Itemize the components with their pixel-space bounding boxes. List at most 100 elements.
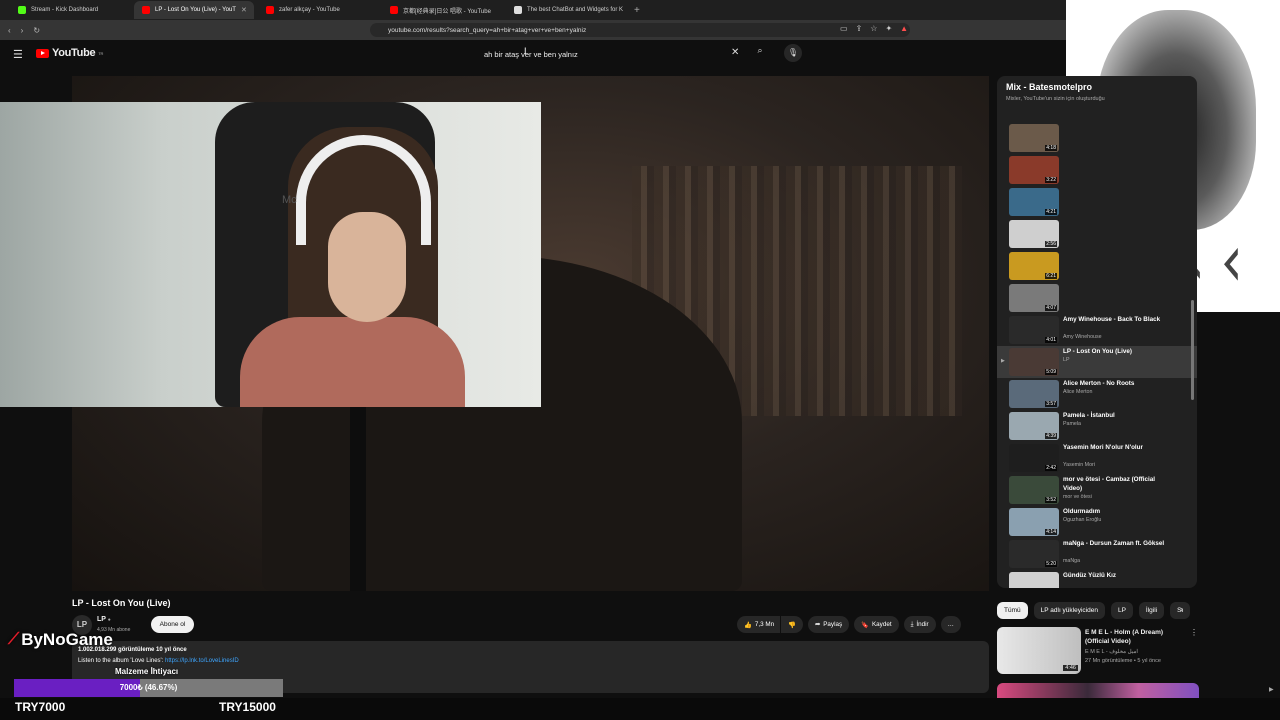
playlist-item[interactable]: 6:21 — [997, 250, 1197, 282]
mouse-cursor-icon: I — [524, 46, 527, 56]
browser-tab[interactable]: LP - Lost On You (Live) - YouT ✕ — [134, 1, 254, 19]
playlist-thumbnail[interactable]: 4:18 — [1009, 124, 1059, 152]
playlist-thumbnail[interactable]: 4:07 — [1009, 284, 1059, 312]
playlist-thumbnail[interactable]: 2:56 — [1009, 220, 1059, 248]
playlist-item-channel: Amy Winehouse — [1063, 334, 1102, 340]
playlist-item[interactable]: 2:56 — [997, 218, 1197, 250]
share-icon[interactable]: ⇪ — [856, 24, 863, 33]
tab-favicon-icon — [390, 6, 398, 14]
playlist-item[interactable]: 3:22 — [997, 154, 1197, 186]
tab-favicon-icon — [18, 6, 26, 14]
recommended-thumbnail[interactable]: 4:46 — [997, 627, 1081, 674]
playlist-item-title: LP - Lost On You (Live) — [1063, 348, 1132, 355]
description-text: Listen to the album 'Love Lines': https:… — [78, 658, 239, 664]
playlist-thumbnail[interactable]: 3:57 — [1009, 380, 1059, 408]
share-button[interactable]: ➦ Paylaş — [807, 616, 850, 633]
playlist-thumbnail[interactable]: 5:20 — [1009, 540, 1059, 568]
youtube-logo[interactable]: YouTube TR — [36, 47, 103, 59]
thumbs-up-icon: 👍 — [744, 621, 752, 629]
playlist-scrollbar[interactable] — [1191, 300, 1194, 400]
playlist-thumbnail[interactable]: 4:01 — [1009, 316, 1059, 344]
playlist-item-channel: mor ve ötesi — [1063, 494, 1092, 500]
playlist-item[interactable]: 4:39 Pamela - İstanbul Pamela — [997, 410, 1197, 442]
tab-title: The best ChatBot and Widgets for K — [527, 7, 624, 13]
playlist-thumbnail[interactable] — [1009, 572, 1059, 588]
recommended-title[interactable]: E M E L - Holm (A Dream) (Official Video… — [1085, 628, 1185, 646]
channel-name[interactable]: LP ● — [97, 616, 111, 623]
browser-tab[interactable]: Stream - Kick Dashboard — [10, 1, 130, 19]
playlist-item[interactable]: 4:18 — [997, 122, 1197, 154]
tab-title: LP - Lost On You (Live) - YouT — [155, 7, 236, 13]
subscribe-button[interactable]: Abone ol — [151, 616, 194, 633]
recommended-meta: 27 Mn görüntüleme • 5 yıl önce — [1085, 658, 1161, 664]
filter-chip[interactable]: LP — [1110, 601, 1133, 619]
install-icon[interactable]: ▭ — [840, 24, 848, 33]
playlist-thumbnail[interactable]: 4:21 — [1009, 188, 1059, 216]
alert-icon[interactable]: ▲ — [900, 24, 908, 33]
playlist-thumbnail[interactable]: 4:39 — [1009, 412, 1059, 440]
new-tab-button[interactable]: + — [634, 5, 640, 16]
like-count: 7,3 Mn — [754, 621, 775, 628]
playlist-item-channel: Yasemin Mori — [1063, 462, 1095, 468]
playlist-thumbnail[interactable]: 6:21 — [1009, 252, 1059, 280]
playlist-item[interactable]: 4:14 Oldurmadım Oguzhan Eroğlu — [997, 506, 1197, 538]
playlist-item-channel: Pamela — [1063, 421, 1081, 427]
playlist-item[interactable]: ▶ 5:09 LP - Lost On You (Live) LP — [997, 346, 1197, 378]
playlist-title[interactable]: Mix - Batesmotelpro — [1006, 82, 1092, 92]
clear-search-icon[interactable]: ✕ — [731, 47, 739, 58]
recommended-video[interactable]: 4:46 E M E L - Holm (A Dream) (Official … — [997, 627, 1202, 677]
like-button[interactable]: 👍 7,3 Mn — [737, 616, 781, 633]
chevron-right-icon[interactable]: › — [1180, 604, 1183, 614]
playlist-duration: 3:52 — [1045, 497, 1057, 503]
bookmark-add-icon: 🔖 — [861, 621, 869, 629]
filter-chip[interactable]: LP adlı yükleyiciden — [1033, 601, 1105, 619]
filter-chip[interactable]: Tümü — [997, 601, 1028, 619]
forward-icon[interactable]: › — [21, 26, 24, 35]
reload-icon[interactable]: ↻ — [33, 26, 40, 35]
recommended-duration: 4:46 — [1063, 665, 1078, 671]
download-button[interactable]: ⤓ İndir — [903, 616, 936, 633]
donation-goal-current: TRY7000 — [15, 700, 66, 714]
save-button[interactable]: 🔖 Kaydet — [854, 616, 899, 633]
recommended-channel[interactable]: E M E L - اميل مخلوف — [1085, 649, 1138, 655]
playlist-item[interactable]: 2:42 Yasemin Mori N'olur N'olur Yasemin Mo… — [997, 442, 1197, 474]
microphone-icon[interactable]: 🎙 — [784, 44, 802, 62]
extension-icon[interactable]: ✦ — [885, 24, 892, 33]
playlist-item-channel: LP — [1063, 357, 1070, 363]
browser-tab[interactable]: zafer alkçay - YouTube — [258, 1, 378, 19]
chair-logo: Mc — [282, 194, 297, 206]
search-input[interactable]: ah bir ataş ver ve ben yalnız — [480, 45, 748, 63]
hamburger-menu-icon[interactable]: ☰ — [13, 48, 23, 61]
browser-tab-bar: Stream - Kick Dashboard LP - Lost On You … — [0, 0, 1066, 20]
more-actions-button[interactable]: … — [940, 616, 961, 633]
browser-tab[interactable]: The best ChatBot and Widgets for K — [506, 1, 626, 19]
tab-close-icon[interactable]: ✕ — [241, 6, 247, 14]
browser-tab[interactable]: 京都[经典录]日公 唱歌 - YouTube — [382, 1, 502, 19]
address-bar[interactable]: youtube.com/results?search_query=ah+bir+… — [370, 23, 910, 37]
playlist-item[interactable]: Gündüz Yüzlü Kız — [997, 570, 1197, 588]
playlist-item[interactable]: 5:20 maNga - Dursun Zaman ft. Göksel maNga — [997, 538, 1197, 570]
filter-chip[interactable]: İlgili — [1138, 601, 1165, 619]
verified-icon: ● — [107, 617, 111, 623]
playlist-thumbnail[interactable]: 3:22 — [1009, 156, 1059, 184]
expand-icon[interactable]: ▶ — [1269, 686, 1274, 693]
playlist-item[interactable]: 3:57 Alice Merton - No Roots Alice Merton — [997, 378, 1197, 410]
dislike-button[interactable]: 👎 — [781, 616, 803, 633]
playlist-item[interactable]: 4:01 Amy Winehouse - Back To Black Amy Win… — [997, 314, 1197, 346]
bookmark-icon[interactable]: ☆ — [870, 24, 877, 33]
playlist-item[interactable]: 4:07 — [997, 282, 1197, 314]
youtube-logo-text: YouTube — [52, 47, 96, 59]
playlist-item[interactable]: 3:52 mor ve ötesi - Cambaz (Official Vide… — [997, 474, 1197, 506]
playlist-item[interactable]: 4:21 — [997, 186, 1197, 218]
description-link[interactable]: https://lp.lnk.to/LoveLinesID — [165, 658, 239, 664]
more-options-icon[interactable]: ⋮ — [1190, 628, 1198, 637]
playlist-thumbnail[interactable]: 5:09 — [1009, 348, 1059, 376]
download-icon: ⤓ — [910, 620, 914, 628]
search-icon[interactable]: ⌕ — [752, 45, 768, 61]
playlist-thumbnail[interactable]: 3:52 — [1009, 476, 1059, 504]
channel-name-text: LP — [97, 616, 106, 623]
playlist-thumbnail[interactable]: 2:42 — [1009, 444, 1059, 472]
playlist-duration: 6:21 — [1045, 273, 1057, 279]
playlist-thumbnail[interactable]: 4:14 — [1009, 508, 1059, 536]
back-icon[interactable]: ‹ — [8, 26, 11, 35]
